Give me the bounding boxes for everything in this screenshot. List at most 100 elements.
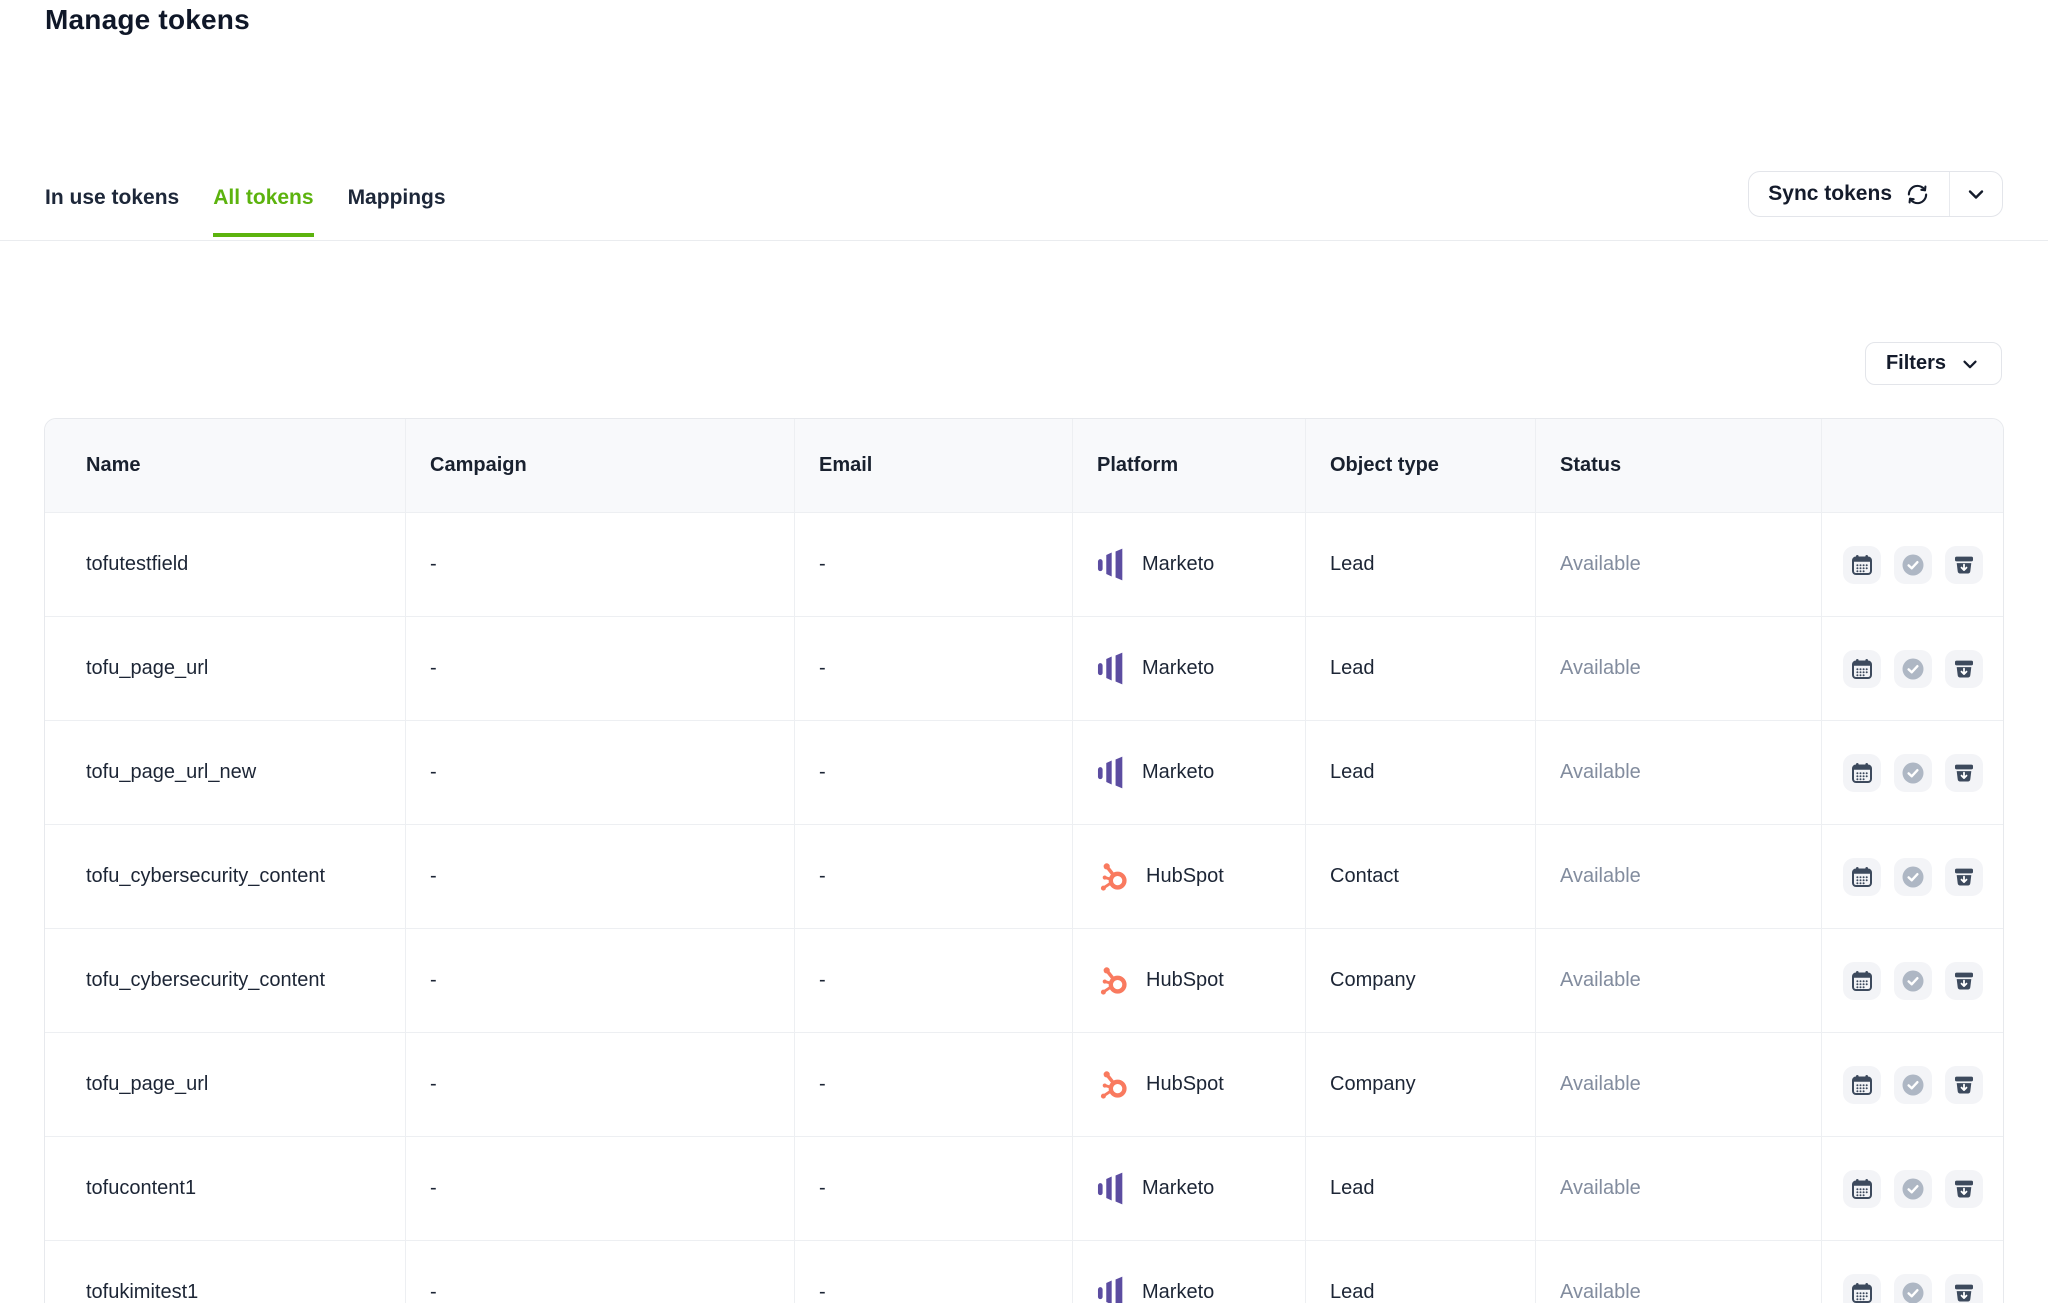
cell-campaign: - — [406, 1033, 795, 1136]
schedule-button[interactable] — [1843, 1170, 1881, 1208]
sync-tokens-dropdown-button[interactable] — [1950, 172, 2002, 216]
cell-name: tofucontent1 — [45, 1137, 406, 1240]
cell-status: Available — [1536, 721, 1822, 824]
filters-button[interactable]: Filters — [1865, 342, 2002, 385]
cell-name: tofu_page_url — [45, 617, 406, 720]
marketo-logo-icon — [1097, 1276, 1126, 1303]
calendar-icon — [1850, 1177, 1874, 1201]
calendar-icon — [1850, 1073, 1874, 1097]
archive-down-icon — [1952, 553, 1976, 577]
chevron-down-icon — [1964, 182, 1988, 206]
table-row: tofu_page_url - - — [45, 616, 2003, 720]
schedule-button[interactable] — [1843, 858, 1881, 896]
archive-button[interactable] — [1945, 754, 1983, 792]
cell-name: tofu_cybersecurity_content — [45, 825, 406, 928]
cell-status: Available — [1536, 617, 1822, 720]
schedule-button[interactable] — [1843, 962, 1881, 1000]
cell-actions — [1822, 929, 2003, 1032]
archive-button[interactable] — [1945, 546, 1983, 584]
table-header-row: Name Campaign Email Platform Object type… — [45, 419, 2003, 512]
check-circle-icon — [1901, 865, 1925, 889]
cell-email: - — [795, 513, 1073, 616]
calendar-icon — [1850, 865, 1874, 889]
cell-status: Available — [1536, 1033, 1822, 1136]
cell-name: tofutestfield — [45, 513, 406, 616]
approve-button[interactable] — [1894, 546, 1932, 584]
column-header-status: Status — [1536, 419, 1822, 512]
cell-object-type: Company — [1306, 929, 1536, 1032]
platform-label: Marketo — [1142, 657, 1214, 680]
cell-actions — [1822, 825, 2003, 928]
cell-status: Available — [1536, 929, 1822, 1032]
cell-platform: HubSpot — [1073, 1033, 1306, 1136]
cell-actions — [1822, 721, 2003, 824]
table-body: tofutestfield - - — [45, 512, 2003, 1303]
archive-button[interactable] — [1945, 1170, 1983, 1208]
schedule-button[interactable] — [1843, 1066, 1881, 1104]
archive-button[interactable] — [1945, 858, 1983, 896]
approve-button[interactable] — [1894, 1066, 1932, 1104]
schedule-button[interactable] — [1843, 546, 1881, 584]
cell-object-type: Company — [1306, 1033, 1536, 1136]
tab-all-tokens[interactable]: All tokens — [213, 186, 313, 237]
schedule-button[interactable] — [1843, 1274, 1881, 1303]
cell-name: tofu_page_url — [45, 1033, 406, 1136]
archive-button[interactable] — [1945, 1066, 1983, 1104]
platform-label: Marketo — [1142, 553, 1214, 576]
archive-down-icon — [1952, 1073, 1976, 1097]
cell-actions — [1822, 1137, 2003, 1240]
cell-actions — [1822, 617, 2003, 720]
cell-email: - — [795, 1033, 1073, 1136]
tabs-divider — [0, 240, 2048, 241]
cell-name: tofukimitest1 — [45, 1241, 406, 1303]
schedule-button[interactable] — [1843, 754, 1881, 792]
archive-button[interactable] — [1945, 1274, 1983, 1303]
approve-button[interactable] — [1894, 1170, 1932, 1208]
sync-tokens-button[interactable]: Sync tokens — [1749, 172, 1950, 216]
calendar-icon — [1850, 657, 1874, 681]
marketo-logo-icon — [1097, 652, 1126, 685]
check-circle-icon — [1901, 761, 1925, 785]
approve-button[interactable] — [1894, 962, 1932, 1000]
approve-button[interactable] — [1894, 650, 1932, 688]
cell-platform: HubSpot — [1073, 825, 1306, 928]
cell-platform: Marketo — [1073, 617, 1306, 720]
archive-down-icon — [1952, 969, 1976, 993]
archive-button[interactable] — [1945, 962, 1983, 1000]
hubspot-logo-icon — [1097, 1068, 1130, 1101]
cell-name: tofu_page_url_new — [45, 721, 406, 824]
cell-object-type: Lead — [1306, 1137, 1536, 1240]
cell-platform: Marketo — [1073, 1241, 1306, 1303]
approve-button[interactable] — [1894, 1274, 1932, 1303]
cell-name: tofu_cybersecurity_content — [45, 929, 406, 1032]
archive-button[interactable] — [1945, 650, 1983, 688]
tab-mappings[interactable]: Mappings — [348, 186, 446, 237]
cell-status: Available — [1536, 1137, 1822, 1240]
cell-email: - — [795, 1137, 1073, 1240]
schedule-button[interactable] — [1843, 650, 1881, 688]
approve-button[interactable] — [1894, 858, 1932, 896]
cell-platform: Marketo — [1073, 513, 1306, 616]
platform-label: HubSpot — [1146, 865, 1224, 888]
hubspot-logo-icon — [1097, 964, 1130, 997]
tab-in-use-tokens[interactable]: In use tokens — [45, 186, 179, 237]
table-row: tofu_cybersecurity_content - - — [45, 928, 2003, 1032]
marketo-logo-icon — [1097, 548, 1126, 581]
marketo-logo-icon — [1097, 1172, 1126, 1205]
archive-down-icon — [1952, 657, 1976, 681]
archive-down-icon — [1952, 1281, 1976, 1303]
check-circle-icon — [1901, 1281, 1925, 1303]
filters-label: Filters — [1886, 352, 1946, 375]
cell-actions — [1822, 1033, 2003, 1136]
column-header-actions — [1822, 419, 2003, 512]
cell-status: Available — [1536, 825, 1822, 928]
cell-platform: HubSpot — [1073, 929, 1306, 1032]
check-circle-icon — [1901, 1177, 1925, 1201]
platform-label: Marketo — [1142, 1177, 1214, 1200]
approve-button[interactable] — [1894, 754, 1932, 792]
cell-object-type: Lead — [1306, 513, 1536, 616]
platform-label: Marketo — [1142, 1281, 1214, 1303]
sync-tokens-split-button: Sync tokens — [1748, 171, 2003, 217]
table-row: tofu_page_url_new - - — [45, 720, 2003, 824]
tab-bar: In use tokens All tokens Mappings — [45, 186, 446, 237]
